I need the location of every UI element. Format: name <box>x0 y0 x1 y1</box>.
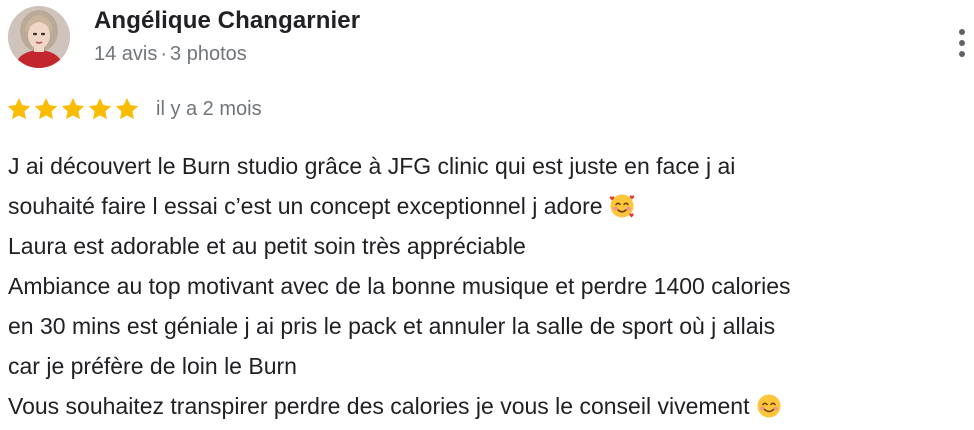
author-name[interactable]: Angélique Changarnier <box>94 7 360 35</box>
avatar-image <box>8 6 70 68</box>
star-icon <box>115 97 139 120</box>
review-text-line: J ai découvert le Burn studio grâce à JF… <box>8 153 736 179</box>
more-vertical-icon <box>959 29 965 57</box>
star-icon <box>61 97 85 120</box>
review-text-line: Laura est adorable et au petit soin très… <box>8 233 526 259</box>
avatar[interactable] <box>8 6 70 68</box>
star-icon <box>7 97 31 120</box>
author-meta: 14 avis · 3 photos <box>94 43 247 66</box>
rating-row: il y a 2 mois <box>6 94 262 124</box>
reviews-count: 14 avis <box>94 43 158 65</box>
star-icon <box>34 97 58 120</box>
review-card: Angélique Changarnier 14 avis · 3 photos i… <box>0 0 974 430</box>
more-options-button[interactable] <box>950 26 974 60</box>
star-rating <box>6 96 141 122</box>
review-text: J ai découvert le Burn studio grâce à JF… <box>8 146 974 426</box>
review-text-line: car je préfère de loin le Burn <box>8 353 297 379</box>
review-text-line: souhaité faire l essai c’est un concept … <box>8 186 974 226</box>
smiling-face-icon <box>757 394 780 418</box>
photos-count: 3 photos <box>170 43 247 65</box>
review-text-line: en 30 mins est géniale j ai pris le pack… <box>8 313 776 339</box>
smiling-face-with-hearts-icon <box>609 194 634 218</box>
review-text-line: Vous souhaitez transpirer perdre des cal… <box>8 386 974 426</box>
meta-separator: · <box>160 43 168 65</box>
star-icon <box>88 97 112 120</box>
review-text-line: Ambiance au top motivant avec de la bonn… <box>8 273 791 299</box>
review-date: il y a 2 mois <box>156 97 262 120</box>
